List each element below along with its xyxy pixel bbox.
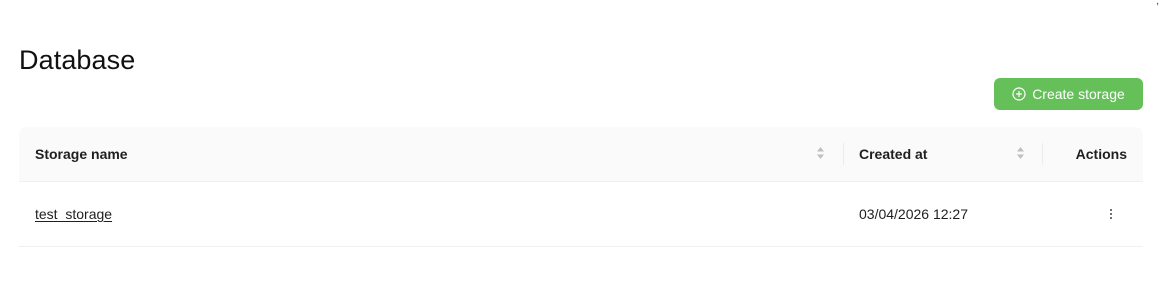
dot — [1110, 217, 1112, 219]
storage-link[interactable]: test_storage — [35, 206, 112, 222]
column-header-created-at[interactable]: Created at — [843, 127, 1043, 181]
database-page: , Database Create storage Storage name C… — [0, 0, 1161, 290]
page-title: Database — [19, 45, 136, 76]
column-header-storage-name[interactable]: Storage name — [19, 127, 843, 181]
corner-mark: , — [1156, 0, 1159, 7]
more-vertical-icon[interactable] — [1101, 182, 1121, 246]
sort-arrows-icon — [817, 147, 824, 159]
sort-icon-created-at[interactable] — [1016, 146, 1025, 160]
table-row: test_storage 03/04/2026 12:27 — [19, 182, 1143, 247]
column-header-storage-name-label: Storage name — [35, 146, 128, 162]
sort-arrows-icon — [1017, 147, 1024, 159]
cell-storage-name: test_storage — [35, 182, 112, 246]
create-storage-label: Create storage — [1032, 86, 1125, 102]
column-header-actions-label: Actions — [1075, 146, 1127, 162]
plus-circle-icon — [1012, 87, 1026, 101]
storage-table: Storage name Created at Actions test_sto… — [19, 127, 1143, 247]
table-header: Storage name Created at Actions — [19, 127, 1143, 182]
cell-created-at: 03/04/2026 12:27 — [859, 206, 968, 222]
column-header-actions: Actions — [1043, 127, 1143, 181]
column-header-created-at-label: Created at — [859, 146, 928, 162]
create-storage-button[interactable]: Create storage — [994, 78, 1143, 110]
dot — [1110, 213, 1112, 215]
dot — [1110, 209, 1112, 211]
more-dots — [1110, 209, 1112, 219]
sort-icon-storage-name[interactable] — [816, 146, 825, 160]
